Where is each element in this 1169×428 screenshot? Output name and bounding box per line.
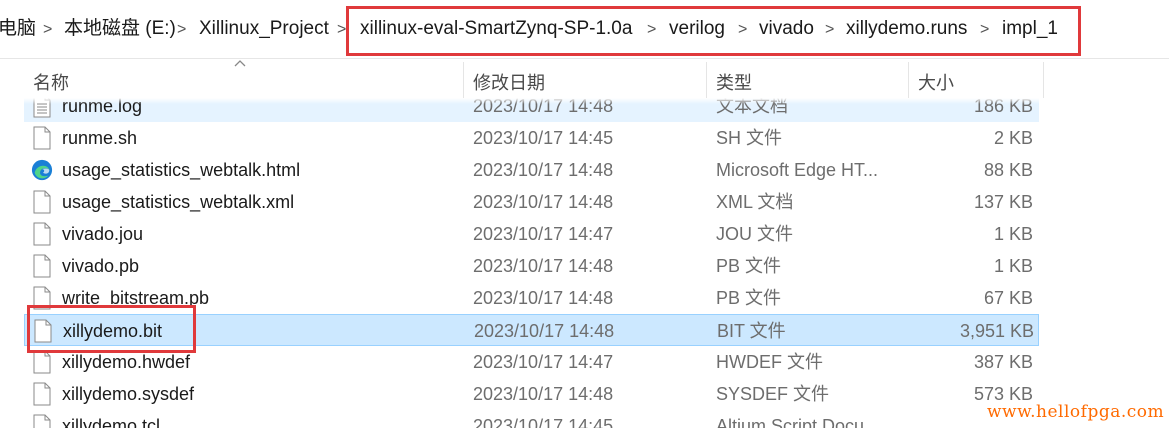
- file-icon: [33, 222, 51, 246]
- file-name: usage_statistics_webtalk.html: [62, 160, 301, 180]
- file-row[interactable]: vivado.jou 2023/10/17 14:47 JOU 文件 1 KB: [24, 218, 1039, 250]
- breadcrumb-item-project[interactable]: Xillinux_Project: [199, 17, 329, 41]
- file-date-modified: 2023/10/17 14:45: [473, 128, 614, 148]
- file-type: BIT 文件: [717, 321, 786, 341]
- file-name: vivado.jou: [62, 224, 144, 244]
- breadcrumb-item-computer[interactable]: 电脑: [0, 17, 36, 41]
- column-header-size[interactable]: 大小: [918, 69, 954, 95]
- file-row[interactable]: xillydemo.sysdef 2023/10/17 14:48 SYSDEF 文…: [24, 378, 1039, 410]
- file-icon: [33, 126, 51, 150]
- chevron-right-icon[interactable]: >: [647, 18, 656, 42]
- file-name: usage_statistics_webtalk.xml: [62, 192, 295, 212]
- file-name: vivado.pb: [62, 256, 140, 276]
- file-row[interactable]: vivado.pb 2023/10/17 14:48 PB 文件 1 KB: [24, 250, 1039, 282]
- file-type: XML 文档: [716, 192, 794, 212]
- file-type: Microsoft Edge HT...: [716, 160, 879, 180]
- breadcrumb-item-drive[interactable]: 本地磁盘 (E:): [64, 17, 176, 41]
- file-date-modified: 2023/10/17 14:48: [473, 288, 614, 308]
- file-date-modified: 2023/10/17 14:47: [473, 224, 614, 244]
- column-header-type[interactable]: 类型: [716, 69, 752, 95]
- column-divider[interactable]: [463, 62, 464, 98]
- file-row[interactable]: xillydemo.hwdef 2023/10/17 14:47 HWDEF 文件 3…: [24, 346, 1039, 378]
- file-name: write_bitstream.pb: [62, 288, 210, 308]
- file-icon: [33, 286, 51, 310]
- breadcrumb-item-runs[interactable]: xillydemo.runs: [846, 17, 967, 41]
- file-type: SYSDEF 文件: [716, 384, 830, 404]
- file-date-modified: 2023/10/17 14:48: [473, 192, 614, 212]
- breadcrumb-item-vivado[interactable]: vivado: [759, 17, 814, 41]
- breadcrumb-item-eval-folder[interactable]: xillinux-eval-SmartZynq-SP-1.0a: [360, 17, 632, 41]
- file-type: SH 文件: [716, 128, 783, 148]
- file-size: 137 KB: [973, 192, 1033, 212]
- column-divider[interactable]: [1043, 62, 1044, 98]
- scroll-fade: [0, 98, 1169, 104]
- watermark-text: www.hellofpga.com: [987, 402, 1165, 422]
- edge-icon: [31, 159, 53, 181]
- file-icon: [33, 414, 51, 428]
- chevron-right-icon[interactable]: >: [738, 18, 747, 42]
- file-type: Altium Script Docu...: [716, 416, 880, 428]
- chevron-right-icon[interactable]: >: [980, 18, 989, 42]
- file-size: 1 KB: [993, 224, 1033, 244]
- file-name: xillydemo.tcl: [62, 416, 161, 428]
- file-type: HWDEF 文件: [716, 352, 823, 372]
- chevron-right-icon[interactable]: >: [337, 18, 346, 42]
- chevron-right-icon[interactable]: >: [825, 18, 834, 42]
- file-name: runme.sh: [62, 128, 138, 148]
- chevron-right-icon[interactable]: >: [43, 18, 52, 42]
- file-name: xillydemo.hwdef: [62, 352, 191, 372]
- file-row[interactable]: xillydemo.bit 2023/10/17 14:48 BIT 文件 3,951…: [24, 314, 1039, 346]
- file-date-modified: 2023/10/17 14:48: [474, 321, 615, 341]
- file-row[interactable]: xillydemo.tcl 2023/10/17 14:45 Altium Scri…: [24, 410, 1039, 428]
- sort-ascending-icon: [234, 60, 246, 67]
- column-header-date[interactable]: 修改日期: [473, 69, 545, 95]
- file-size: 1 KB: [993, 256, 1033, 276]
- file-icon: [34, 319, 52, 343]
- file-date-modified: 2023/10/17 14:45: [473, 416, 614, 428]
- file-date-modified: 2023/10/17 14:48: [473, 384, 614, 404]
- address-bar: 电脑 > 本地磁盘 (E:) > Xillinux_Project > xill…: [0, 0, 1169, 59]
- file-icon: [33, 382, 51, 406]
- file-name: xillydemo.sysdef: [62, 384, 195, 404]
- file-size: 67 KB: [983, 288, 1033, 308]
- file-icon: [33, 350, 51, 374]
- file-date-modified: 2023/10/17 14:47: [473, 352, 614, 372]
- breadcrumb-item-verilog[interactable]: verilog: [669, 17, 725, 41]
- file-size: 387 KB: [973, 352, 1033, 372]
- file-row[interactable]: runme.sh 2023/10/17 14:45 SH 文件 2 KB: [24, 122, 1039, 154]
- file-date-modified: 2023/10/17 14:48: [473, 160, 614, 180]
- column-header-row: 名称 修改日期 类型 大小: [0, 60, 1169, 98]
- file-date-modified: 2023/10/17 14:48: [473, 256, 614, 276]
- column-divider[interactable]: [908, 62, 909, 98]
- file-row[interactable]: usage_statistics_webtalk.xml 2023/10/17 1…: [24, 186, 1039, 218]
- file-list: runme.log 2023/10/17 14:48 文本文档 186 KB runme…: [0, 98, 1169, 428]
- file-row[interactable]: usage_statistics_webtalk.html 2023/10/17 …: [24, 154, 1039, 186]
- file-type: JOU 文件: [716, 224, 794, 244]
- file-name: xillydemo.bit: [63, 321, 163, 341]
- chevron-right-icon[interactable]: >: [177, 18, 186, 42]
- file-type: PB 文件: [716, 288, 782, 308]
- file-size: 88 KB: [983, 160, 1033, 180]
- file-type: PB 文件: [716, 256, 782, 276]
- file-size: 3,951 KB: [959, 321, 1034, 341]
- file-icon: [33, 190, 51, 214]
- column-header-name[interactable]: 名称: [33, 69, 69, 95]
- column-divider[interactable]: [706, 62, 707, 98]
- file-row[interactable]: write_bitstream.pb 2023/10/17 14:48 PB 文件 6…: [24, 282, 1039, 314]
- breadcrumb-item-impl[interactable]: impl_1: [1002, 17, 1058, 41]
- file-size: 2 KB: [993, 128, 1033, 148]
- file-icon: [33, 254, 51, 278]
